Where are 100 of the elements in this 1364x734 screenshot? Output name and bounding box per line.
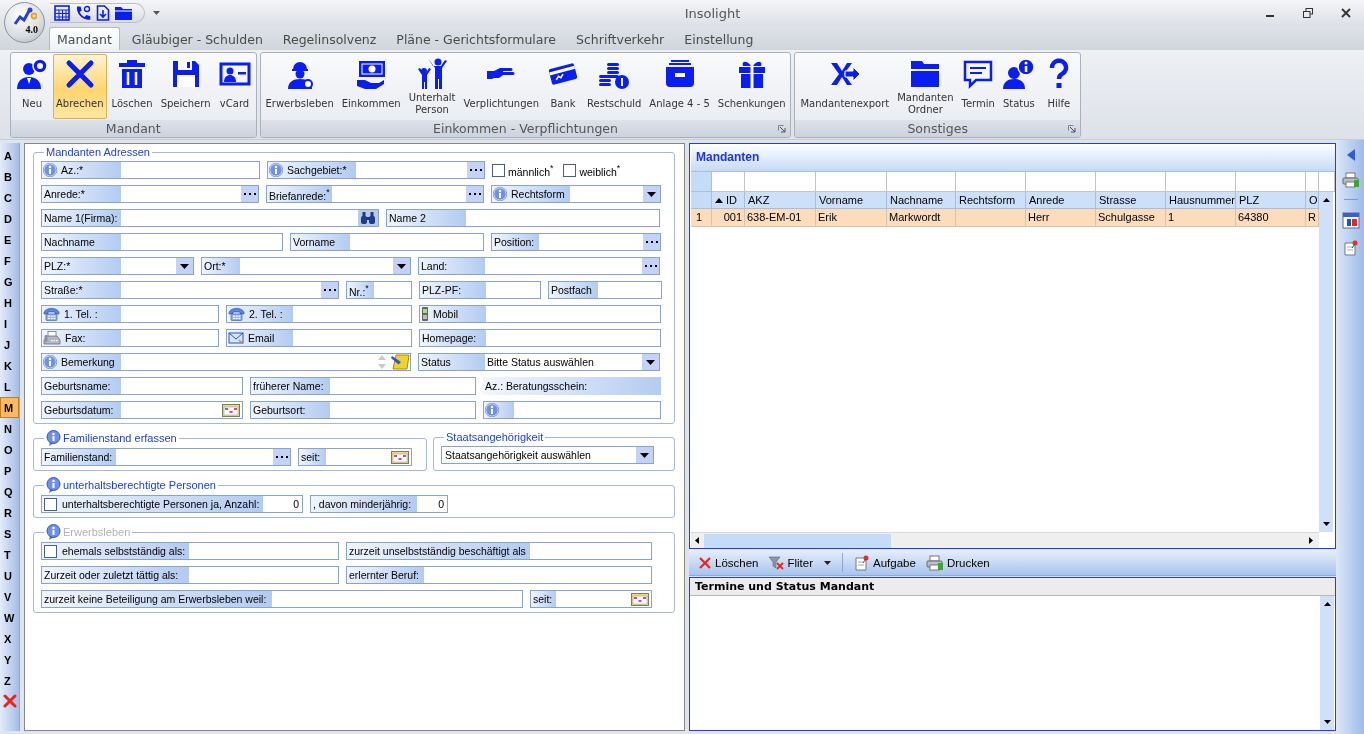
arrow-up-icon[interactable] xyxy=(1323,602,1331,606)
toolbar-button[interactable]: Drucken xyxy=(921,551,994,574)
letter-filter[interactable]: Y xyxy=(0,649,19,670)
ribbon-button[interactable]: Mandanten Ordner xyxy=(894,54,957,119)
checkbox[interactable] xyxy=(563,163,577,177)
ribbon-button[interactable]: Abrechen xyxy=(53,54,107,119)
text-field[interactable]: , davon minderjährig: 0 xyxy=(310,495,448,513)
folder-icon[interactable] xyxy=(115,6,132,20)
letter-filter[interactable]: N xyxy=(0,418,19,439)
date-field[interactable]: Geburtsdatum: xyxy=(41,401,243,419)
restore-icon[interactable] xyxy=(1303,8,1313,18)
checkbox[interactable] xyxy=(492,163,505,177)
letter-filter[interactable]: A xyxy=(0,145,19,166)
text-field[interactable]: Name 2 xyxy=(386,209,660,227)
ribbon-tab[interactable]: Schriftverkehr xyxy=(568,27,673,50)
letter-filter[interactable]: S xyxy=(0,523,19,544)
arrow-down-icon[interactable] xyxy=(1322,522,1330,526)
text-field[interactable]: PLZ-PF: xyxy=(419,281,541,299)
letter-filter[interactable]: V xyxy=(0,586,19,607)
ribbon-button[interactable]: Verplichtungen xyxy=(460,54,543,119)
arrow-left-icon[interactable] xyxy=(695,537,699,544)
text-field[interactable]: Nr.:$^{*}$ xyxy=(346,281,412,299)
letter-filter[interactable]: Z xyxy=(0,670,19,691)
letter-filter[interactable]: P xyxy=(0,460,19,481)
ribbon-button[interactable]: Einkommen xyxy=(338,54,404,119)
ribbon-button[interactable]: Bank xyxy=(544,54,583,119)
text-field[interactable] xyxy=(483,401,661,419)
triangle-left-icon[interactable] xyxy=(1347,149,1355,161)
ribbon-button[interactable]: Status xyxy=(999,54,1038,119)
ribbon-tab[interactable]: Einstellung xyxy=(676,27,762,50)
ellipsis-button[interactable] xyxy=(467,162,484,178)
ellipsis-button[interactable] xyxy=(273,449,290,465)
calendar-icon[interactable] xyxy=(391,450,409,464)
column-header[interactable]: PLZ xyxy=(1236,192,1306,209)
note-pen-icon[interactable] xyxy=(390,353,410,371)
ribbon-button[interactable]: Mandantenexport xyxy=(797,54,893,119)
document-download-icon[interactable] xyxy=(96,5,110,21)
dropdown-button[interactable] xyxy=(393,258,410,274)
arrow-up-icon[interactable] xyxy=(1322,198,1330,202)
filter-field[interactable] xyxy=(712,172,745,192)
phone-icon[interactable] xyxy=(75,5,91,21)
letter-filter[interactable]: U xyxy=(0,565,19,586)
letter-filter[interactable]: J xyxy=(0,334,19,355)
letter-filter[interactable]: C xyxy=(0,187,19,208)
letter-filter[interactable]: M xyxy=(0,397,19,418)
letter-filter[interactable]: I xyxy=(0,313,19,334)
letter-filter[interactable]: O xyxy=(0,439,19,460)
filter-field[interactable] xyxy=(745,172,816,192)
ellipsis-button[interactable] xyxy=(466,186,483,202)
ribbon-tab[interactable]: Mandant xyxy=(49,27,120,50)
dialog-launcher-icon[interactable] xyxy=(1067,124,1076,133)
dropdown-field[interactable]: Staatsangehörigkeit auswählen xyxy=(441,446,654,464)
up-down-arrows-icon[interactable] xyxy=(377,353,387,371)
caret-icon[interactable] xyxy=(153,11,160,15)
close-icon[interactable] xyxy=(1341,8,1351,18)
toolbar-button[interactable]: Löschen xyxy=(694,551,763,574)
text-field[interactable]: Email xyxy=(226,329,412,347)
ellipsis-button[interactable] xyxy=(643,234,660,250)
ribbon-button[interactable]: Termin xyxy=(958,54,998,119)
dropdown-button[interactable] xyxy=(636,447,653,463)
lookup-field[interactable]: Sachgebiet:* xyxy=(267,161,485,179)
ribbon-button[interactable]: Hilfe xyxy=(1039,54,1078,119)
letter-filter[interactable]: T xyxy=(0,544,19,565)
filter-field[interactable] xyxy=(1166,172,1236,192)
note-icon[interactable] xyxy=(1343,240,1359,256)
text-field[interactable]: Mobil xyxy=(419,305,661,323)
text-field[interactable]: 2. Tel. : xyxy=(226,305,412,323)
calendar-icon[interactable] xyxy=(631,592,649,606)
letter-filter[interactable]: L xyxy=(0,376,19,397)
text-field[interactable]: Az.:* xyxy=(41,161,260,179)
text-field[interactable]: Fax: xyxy=(41,329,219,347)
ribbon-tab[interactable]: Regelinsolvenz xyxy=(274,27,385,50)
ribbon-button[interactable]: Löschen xyxy=(108,54,156,119)
ribbon-button[interactable]: vCard xyxy=(215,54,254,119)
dropdown-button[interactable] xyxy=(176,258,193,274)
text-field[interactable]: Geburtsort: xyxy=(250,401,476,419)
filter-field[interactable] xyxy=(956,172,1026,192)
calendar-grid-icon[interactable] xyxy=(54,5,70,21)
letter-filter[interactable]: G xyxy=(0,271,19,292)
letter-filter[interactable]: E xyxy=(0,229,19,250)
dropdown-field[interactable]: Ort:* xyxy=(201,257,411,275)
text-field[interactable]: Vorname xyxy=(290,233,484,251)
horizontal-scrollbar[interactable] xyxy=(691,532,1319,548)
ellipsis-button[interactable] xyxy=(241,186,258,202)
filter-field[interactable] xyxy=(1236,172,1306,192)
checkbox[interactable] xyxy=(44,497,57,511)
ribbon-button[interactable]: Unterhalt Person xyxy=(405,54,459,119)
letter-filter[interactable]: R xyxy=(0,502,19,523)
dropdown-field[interactable]: PLZ:* xyxy=(41,257,194,275)
text-field[interactable]: Nachname xyxy=(41,233,283,251)
x-mark-icon[interactable] xyxy=(3,694,17,708)
scroll-thumb[interactable] xyxy=(704,533,891,548)
lookup-field[interactable]: Position: xyxy=(491,233,661,251)
search-button[interactable] xyxy=(358,210,378,226)
letter-filter[interactable]: X xyxy=(0,628,19,649)
dropdown-button[interactable] xyxy=(643,186,660,202)
column-header[interactable]: ID xyxy=(712,192,745,209)
column-header[interactable]: O xyxy=(1306,192,1319,209)
text-field[interactable]: früherer Name: xyxy=(250,377,476,395)
arrow-right-icon[interactable] xyxy=(1309,537,1313,544)
